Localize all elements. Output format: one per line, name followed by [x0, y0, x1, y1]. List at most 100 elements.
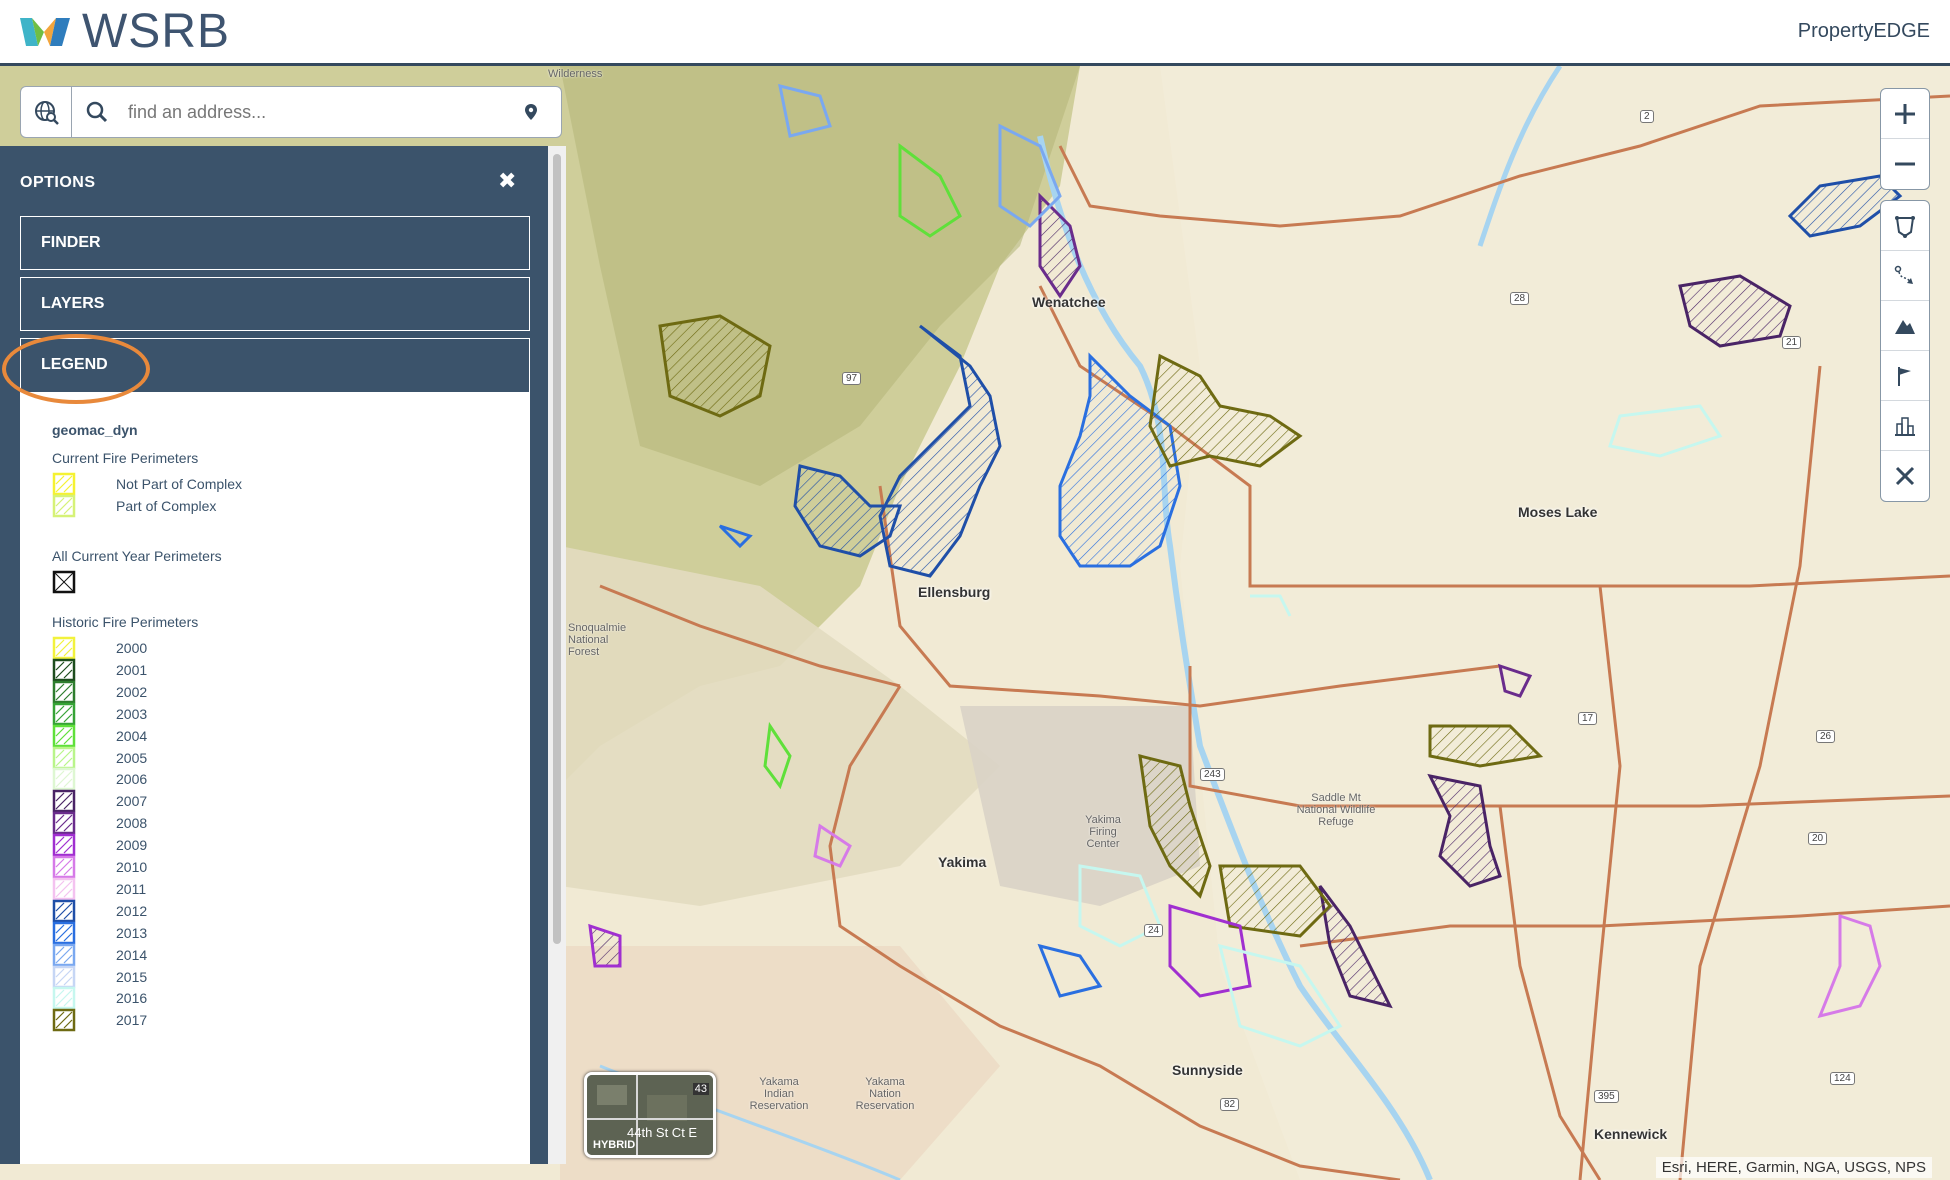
- highway-shield: 124: [1830, 1072, 1855, 1085]
- legend-item-historic: 2002: [52, 680, 147, 704]
- legend-swatch-icon: [52, 702, 76, 725]
- legend-item-label: 2007: [116, 793, 148, 810]
- legend-item-historic: 2013: [52, 921, 147, 945]
- place-label-wilderness: Wilderness: [548, 68, 603, 80]
- legend-item-label: 2002: [116, 683, 148, 700]
- globe-search-icon: [35, 101, 59, 125]
- legend-swatch-icon: [52, 494, 76, 518]
- accordion-layers[interactable]: LAYERS: [20, 277, 530, 331]
- highway-shield: 97: [842, 372, 862, 385]
- legend-item-label: 2010: [116, 859, 148, 875]
- place-label-yakama-indian: Yakama Indian Reservation: [749, 1076, 809, 1112]
- highway-shield: 28: [1510, 292, 1530, 305]
- legend-content: geomac_dyn Current Fire Perimeters Not P…: [20, 392, 530, 1164]
- product-name[interactable]: PropertyEDGE: [1798, 20, 1930, 43]
- legend-item-historic: 2001: [52, 658, 147, 682]
- zoom-out-button[interactable]: [1881, 139, 1929, 189]
- polygon-icon: [1895, 215, 1915, 238]
- search-bar: [20, 86, 562, 138]
- draw-polygon-button[interactable]: [1881, 201, 1929, 251]
- legend-item-label: 2013: [116, 924, 148, 941]
- measure-distance-button[interactable]: [1881, 251, 1929, 301]
- all-current-swatch: [52, 570, 76, 594]
- map-pin-icon[interactable]: [524, 103, 538, 121]
- legend-item-current: Not Part of Complex: [52, 472, 242, 496]
- close-icon[interactable]: ✖: [498, 168, 516, 194]
- legend-item-historic: 2014: [52, 943, 147, 967]
- place-label-ellensburg: Ellensburg: [918, 584, 991, 600]
- place-label-kennewick: Kennewick: [1594, 1126, 1668, 1142]
- legend-item-historic: 2005: [52, 746, 147, 770]
- close-icon: [1895, 466, 1915, 486]
- legend-item-historic: 2011: [52, 877, 146, 901]
- accordion-legend[interactable]: LEGEND: [20, 338, 530, 392]
- legend-swatch-icon: [52, 746, 76, 769]
- legend-item-historic: 2012: [52, 899, 147, 923]
- zoom-controls: [1880, 88, 1930, 190]
- accordion-finder[interactable]: FINDER: [20, 216, 530, 270]
- legend-swatch-icon: [52, 724, 76, 747]
- legend-swatch-icon: [52, 899, 76, 923]
- legend-item-label: 2006: [116, 771, 148, 788]
- legend-item-label: Not Part of Complex: [116, 476, 243, 492]
- legend-item-all-current: [52, 570, 76, 594]
- place-label-yakama-nation: Yakama Nation Reservation: [855, 1076, 915, 1112]
- flag-marker-button[interactable]: [1881, 351, 1929, 401]
- legend-swatch-icon: [52, 921, 76, 944]
- legend-swatch-icon: [52, 1009, 76, 1032]
- legend-swatch-icon: [52, 987, 76, 1010]
- highway-shield: 21: [1782, 336, 1802, 349]
- hybrid-basemap-toggle[interactable]: 43 44th St Ct E HYBRID: [584, 1072, 716, 1158]
- legend-swatch-icon: [52, 790, 76, 813]
- clear-tools-button[interactable]: [1881, 451, 1929, 501]
- basemap-globe-button[interactable]: [20, 86, 72, 138]
- legend-item-historic: 2016: [52, 986, 147, 1010]
- legend-item-historic: 2000: [52, 636, 147, 660]
- legend-item-historic: 2015: [52, 965, 147, 989]
- buildings-button[interactable]: [1881, 401, 1929, 451]
- legend-heading-current: Current Fire Perimeters: [52, 450, 199, 466]
- legend-item-historic: 2006: [52, 767, 147, 791]
- zoom-in-button[interactable]: [1881, 89, 1929, 139]
- legend-swatch-icon: [52, 877, 76, 901]
- legend-item-label: 2011: [116, 880, 147, 897]
- highway-shield: 395: [1594, 1090, 1619, 1103]
- route-icon: [1894, 265, 1913, 284]
- legend-item-historic: 2017: [52, 1008, 147, 1032]
- legend-swatch-icon: [52, 658, 76, 682]
- options-panel: OPTIONS ✖ FINDER LAYERS LEGEND geomac_dy…: [0, 146, 566, 1164]
- highway-shield: 2: [1640, 110, 1654, 123]
- legend-item-historic: 2010: [52, 855, 147, 879]
- tool-controls: [1880, 200, 1930, 502]
- legend-item-label: 2016: [116, 990, 148, 1007]
- legend-swatch-icon: [52, 965, 76, 988]
- panel-scrollbar-thumb[interactable]: [553, 154, 561, 944]
- legend-item-historic: 2007: [52, 789, 147, 813]
- legend-heading-historic: Historic Fire Perimeters: [52, 614, 199, 630]
- legend-item-label: 2004: [116, 727, 148, 744]
- legend-item-label: 2015: [116, 968, 148, 985]
- legend-item-historic: 2008: [52, 811, 147, 835]
- legend-swatch-icon: [52, 943, 76, 966]
- legend-item-label: 2003: [116, 705, 148, 722]
- search-icon[interactable]: [86, 101, 108, 123]
- legend-item-label: 2000: [116, 640, 148, 656]
- place-label-firing-center: Yakima Firing Center: [1085, 814, 1121, 850]
- legend-swatch-icon: [52, 833, 76, 857]
- legend-item-label: 2005: [116, 749, 148, 766]
- minus-icon: [1895, 162, 1915, 166]
- legend-swatch-icon: [52, 636, 76, 660]
- wsrb-logo[interactable]: WSRB: [18, 5, 230, 58]
- address-search-input[interactable]: [128, 101, 508, 123]
- legend-item-label: 2012: [116, 902, 148, 919]
- highway-shield: 26: [1816, 730, 1836, 743]
- terrain-button[interactable]: [1881, 301, 1929, 351]
- legend-item-label: 2009: [116, 837, 148, 854]
- plus-icon: [1895, 103, 1915, 124]
- app-header: WSRB PropertyEDGE: [0, 0, 1950, 66]
- legend-item-historic: 2004: [52, 724, 147, 748]
- flag-icon: [1898, 366, 1911, 386]
- address-search-box: [72, 86, 562, 138]
- highway-shield: 24: [1144, 924, 1164, 937]
- logo-text: WSRB: [82, 5, 230, 58]
